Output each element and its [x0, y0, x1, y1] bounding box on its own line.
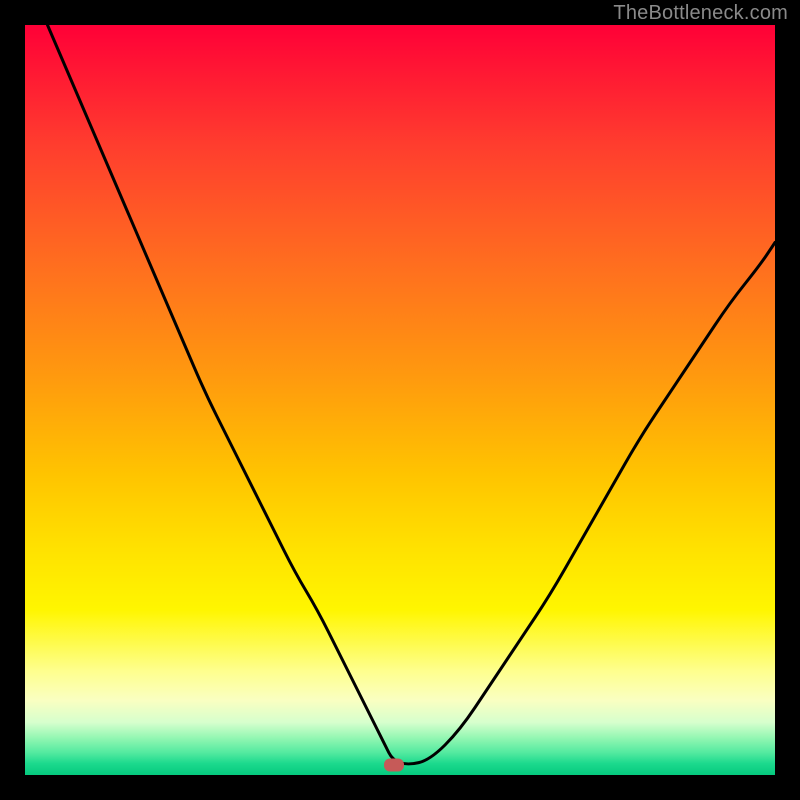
bottleneck-curve	[25, 25, 775, 775]
minimum-marker	[384, 759, 404, 772]
plot-area	[25, 25, 775, 775]
chart-frame: TheBottleneck.com	[0, 0, 800, 800]
curve-path	[48, 25, 776, 764]
watermark-text: TheBottleneck.com	[613, 2, 788, 25]
